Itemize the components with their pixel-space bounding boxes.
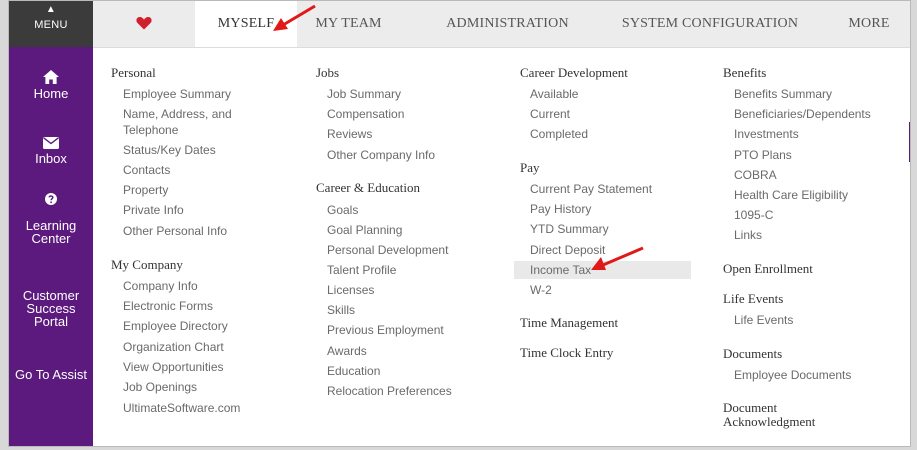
link-licenses[interactable]: Licenses	[327, 283, 374, 297]
link-open-enrollment[interactable]: Open Enrollment	[723, 261, 813, 277]
link-other-company-info[interactable]: Other Company Info	[327, 148, 435, 162]
tab-administration[interactable]: ADMINISTRATION	[440, 1, 575, 47]
link-employee-documents[interactable]: Employee Documents	[734, 368, 851, 382]
question-icon	[45, 193, 57, 205]
section-career-education: Career & Education	[316, 180, 420, 195]
link-employee-directory[interactable]: Employee Directory	[123, 319, 228, 333]
link-time-clock-entry[interactable]: Time Clock Entry	[520, 345, 613, 361]
link-ytd-summary[interactable]: YTD Summary	[530, 222, 609, 236]
section-documents: Documents	[723, 346, 783, 361]
link-job-summary[interactable]: Job Summary	[327, 87, 401, 101]
link-goals[interactable]: Goals	[327, 203, 358, 217]
link-relocation-preferences[interactable]: Relocation Preferences	[327, 384, 452, 398]
link-view-opportunities[interactable]: View Opportunities	[123, 360, 224, 374]
link-life-events[interactable]: Life Events	[734, 313, 793, 327]
link-beneficiaries-dependents[interactable]: Beneficiaries/Dependents	[734, 107, 871, 121]
link-available[interactable]: Available	[530, 87, 578, 101]
link-organization-chart[interactable]: Organization Chart	[123, 340, 224, 354]
link-time-management[interactable]: Time Management	[520, 315, 618, 331]
favorites-tab[interactable]	[93, 1, 195, 47]
link-w2[interactable]: W-2	[530, 283, 552, 297]
nav-assist-label: Go To Assist	[14, 367, 87, 382]
nav-inbox[interactable]: Inbox	[9, 137, 93, 165]
nav-customer-label-3: Portal	[34, 314, 68, 329]
link-personal-development[interactable]: Personal Development	[327, 243, 448, 257]
side-navigation: Home Inbox Learning Center Customer Succ…	[9, 47, 93, 446]
envelope-icon	[43, 137, 59, 149]
arrow-annotation-icon	[591, 246, 644, 270]
section-personal: Personal	[111, 65, 156, 80]
link-pay-history[interactable]: Pay History	[530, 202, 591, 216]
link-health-care-eligibility[interactable]: Health Care Eligibility	[734, 188, 848, 202]
link-ultimatesoftware[interactable]: UltimateSoftware.com	[123, 401, 240, 415]
scroll-edge-accent	[909, 122, 910, 162]
link-completed[interactable]: Completed	[530, 127, 588, 141]
link-talent-profile[interactable]: Talent Profile	[327, 263, 396, 277]
menu-label: MENU	[34, 19, 68, 31]
tab-more[interactable]: MORE	[839, 1, 899, 47]
section-jobs: Jobs	[316, 65, 340, 80]
nav-customer-success-portal[interactable]: Customer Success Portal	[9, 289, 93, 328]
link-current[interactable]: Current	[530, 107, 570, 121]
link-awards[interactable]: Awards	[327, 344, 367, 358]
caret-up-icon: ▲	[45, 4, 57, 15]
link-other-personal-info[interactable]: Other Personal Info	[123, 224, 227, 238]
nav-inbox-label: Inbox	[35, 151, 67, 166]
link-company-info[interactable]: Company Info	[123, 279, 198, 293]
link-investments[interactable]: Investments	[734, 127, 799, 141]
link-job-openings[interactable]: Job Openings	[123, 380, 197, 394]
link-compensation[interactable]: Compensation	[327, 107, 404, 121]
app-window: ▲ MENU MYSELF MY TEAM ADMINISTRATION SYS…	[8, 0, 911, 447]
link-contacts[interactable]: Contacts	[123, 163, 170, 177]
menu-button[interactable]: ▲ MENU	[9, 1, 93, 47]
link-previous-employment[interactable]: Previous Employment	[327, 323, 444, 337]
tab-system-configuration[interactable]: SYSTEM CONFIGURATION	[617, 1, 803, 47]
link-private-info[interactable]: Private Info	[123, 203, 184, 217]
nav-home-label: Home	[33, 86, 69, 101]
link-links[interactable]: Links	[734, 228, 762, 242]
link-current-pay-statement[interactable]: Current Pay Statement	[530, 182, 652, 196]
section-benefits: Benefits	[723, 65, 767, 80]
nav-learning-label-2: Center	[31, 231, 71, 246]
link-name-address-telephone[interactable]: Name, Address, and	[123, 107, 232, 121]
link-education[interactable]: Education	[327, 364, 380, 378]
link-electronic-forms[interactable]: Electronic Forms	[123, 299, 213, 313]
link-status-key-dates[interactable]: Status/Key Dates	[123, 143, 216, 157]
link-document-acknowledgment-2[interactable]: Acknowledgment	[723, 414, 815, 430]
link-reviews[interactable]: Reviews	[327, 127, 372, 141]
section-career-development: Career Development	[520, 65, 628, 80]
home-icon	[43, 70, 59, 84]
link-property[interactable]: Property	[123, 183, 168, 197]
link-name-address-telephone-cont[interactable]: Telephone	[123, 123, 178, 137]
nav-go-to-assist[interactable]: Go To Assist	[9, 368, 93, 381]
link-skills[interactable]: Skills	[327, 303, 355, 317]
nav-home[interactable]: Home	[9, 70, 93, 100]
link-goal-planning[interactable]: Goal Planning	[327, 223, 402, 237]
section-my-company: My Company	[111, 257, 183, 272]
heart-icon	[136, 17, 152, 30]
arrow-annotation-icon	[273, 4, 316, 31]
link-employee-summary[interactable]: Employee Summary	[123, 87, 231, 101]
section-life-events: Life Events	[723, 291, 784, 306]
section-pay: Pay	[520, 160, 540, 175]
top-nav-bar: ▲ MENU MYSELF MY TEAM ADMINISTRATION SYS…	[9, 1, 910, 48]
myself-menu-panel: Personal Employee Summary Name, Address,…	[93, 48, 910, 446]
link-income-tax[interactable]: Income Tax	[530, 263, 591, 277]
link-pto-plans[interactable]: PTO Plans	[734, 148, 792, 162]
link-benefits-summary[interactable]: Benefits Summary	[734, 87, 832, 101]
link-1095c[interactable]: 1095-C	[734, 208, 773, 222]
link-cobra[interactable]: COBRA	[734, 168, 777, 182]
nav-learning-center[interactable]: Learning Center	[9, 193, 93, 245]
